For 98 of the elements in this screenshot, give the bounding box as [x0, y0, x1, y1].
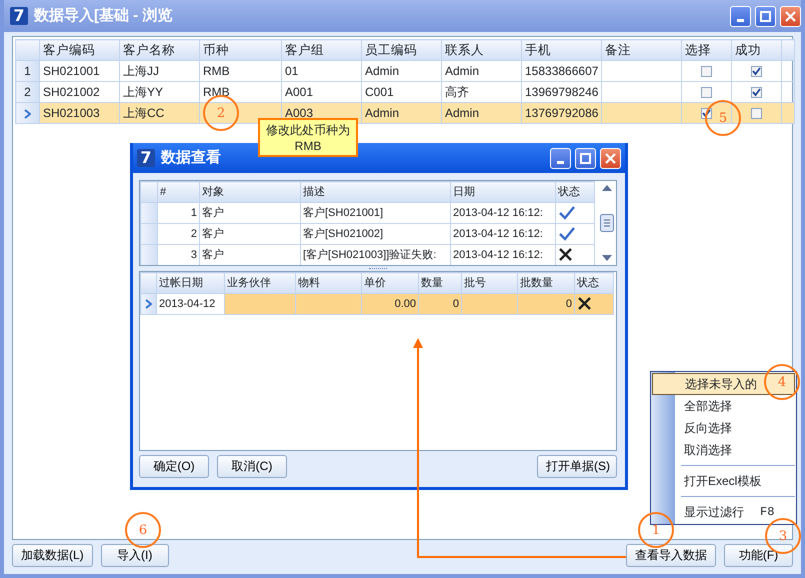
table-cell: 上海CC — [123, 106, 164, 120]
column-header[interactable]: 数量 — [418, 272, 462, 294]
table-cell: 3 — [190, 248, 197, 261]
column-header[interactable]: 客户编码 — [40, 40, 120, 60]
column-header[interactable]: 状态 — [556, 182, 594, 202]
minimize-button[interactable] — [550, 148, 571, 168]
table-cell: 客户 — [202, 206, 224, 219]
scroll-down-icon[interactable] — [602, 255, 612, 261]
table-cell: RMB — [203, 64, 230, 78]
annotation-marker: 5 — [705, 100, 741, 136]
logo: 7 — [137, 149, 155, 167]
checkbox[interactable] — [701, 87, 712, 98]
button[interactable]: 确定(O) — [139, 455, 209, 478]
annotation-marker: 6 — [125, 512, 161, 548]
column-header[interactable]: 联系人 — [442, 40, 522, 60]
checkbox[interactable] — [751, 66, 762, 78]
close-button[interactable] — [600, 148, 621, 168]
annotation-marker: 1 — [638, 512, 674, 548]
table-cell: 13969798246 — [525, 85, 598, 99]
window-title: 数据导入[基础 - 浏览 — [34, 6, 172, 26]
column-header[interactable]: 手机 — [522, 40, 602, 60]
column-header[interactable]: 批号 — [462, 272, 518, 294]
column-header[interactable]: 过帐日期 — [156, 272, 224, 294]
maximize-icon — [580, 152, 591, 164]
checkbox[interactable] — [701, 66, 712, 78]
table-cell: Admin — [445, 106, 480, 120]
checkbox[interactable] — [751, 108, 762, 120]
table-cell: 上海YY — [123, 85, 164, 99]
button[interactable]: 导入(I) — [100, 544, 169, 567]
button[interactable]: 加载数据(L) — [12, 544, 93, 567]
scroll-thumb[interactable] — [600, 214, 614, 232]
column-header[interactable]: 单价 — [362, 272, 418, 294]
row-pointer-icon — [24, 108, 31, 119]
table-cell: SH021001 — [43, 64, 100, 78]
table-cell: 2013-04-12 16:12: — [453, 248, 543, 261]
table-cell: 2013-04-12 16:12: — [453, 206, 543, 219]
table-cell: SH021003 — [43, 106, 100, 120]
maximize-button[interactable] — [575, 148, 596, 168]
table-cell: A003 — [285, 106, 314, 120]
minimize-icon — [557, 160, 564, 164]
button[interactable]: 查看导入数据 — [626, 544, 716, 567]
maximize-button[interactable] — [755, 6, 776, 26]
row-number: 2 — [24, 85, 31, 99]
table-cell: 客户 — [202, 248, 224, 261]
logo: 7 — [10, 7, 28, 25]
column-header[interactable]: 币种 — [200, 40, 282, 60]
column-header[interactable]: # — [158, 182, 200, 202]
table-cell: 客户 — [202, 228, 224, 240]
column-header[interactable]: 物料 — [296, 272, 362, 294]
column-header[interactable]: 选择 — [682, 40, 732, 60]
table-cell: 13769792086 — [525, 106, 598, 120]
checkbox[interactable] — [751, 87, 762, 98]
row-pointer-icon — [145, 298, 152, 309]
column-header[interactable]: 批数量 — [518, 272, 574, 294]
close-icon — [605, 152, 616, 164]
column-header[interactable]: 业务伙伴 — [224, 272, 296, 294]
minimize-button[interactable] — [730, 6, 751, 26]
table-cell: 客户[SH021001] — [303, 206, 384, 219]
table-cell: 15833866607 — [525, 64, 598, 78]
maximize-icon — [760, 10, 771, 22]
table-cell: 客户[SH021002] — [303, 228, 384, 240]
table-cell: C001 — [365, 85, 394, 99]
button[interactable]: 取消(C) — [217, 455, 287, 478]
row-number: 1 — [24, 64, 31, 78]
dialog-title: 数据查看 — [161, 148, 221, 168]
table-cell: [客户[SH021003]]验证失败: — [303, 248, 436, 261]
minimize-icon — [737, 18, 744, 22]
button[interactable]: 打开单据(S) — [537, 455, 617, 478]
table-cell: 0.00 — [394, 298, 416, 310]
table-cell: 01 — [285, 64, 298, 78]
table-cell: 0 — [452, 298, 459, 310]
annotation-marker: 4 — [764, 364, 800, 400]
column-header[interactable]: 客户组 — [282, 40, 362, 60]
column-header[interactable]: 备注 — [602, 40, 682, 60]
callout-note: 修改此处币种为RMB — [258, 118, 358, 157]
column-header[interactable]: 客户名称 — [120, 40, 200, 60]
table-cell: 2013-04-12 — [159, 298, 216, 310]
close-icon — [785, 10, 796, 22]
scroll-up-icon[interactable] — [602, 185, 612, 191]
column-header[interactable]: 成功 — [732, 40, 782, 60]
column-header[interactable]: 员工编码 — [362, 40, 442, 60]
column-header[interactable]: 日期 — [450, 182, 556, 202]
table-cell: 2013-04-12 16:12: — [453, 228, 543, 240]
column-header[interactable]: 描述 — [300, 182, 450, 202]
table-cell: A001 — [285, 85, 314, 99]
table-cell: 1 — [190, 206, 197, 219]
column-header[interactable]: 状态 — [574, 272, 614, 294]
table-cell: 高齐 — [445, 85, 469, 99]
table-cell: 2 — [190, 228, 197, 240]
close-button[interactable] — [780, 6, 801, 26]
column-header[interactable]: 对象 — [200, 182, 300, 202]
annotation-marker: 2 — [203, 95, 239, 131]
table-cell: Admin — [445, 64, 480, 78]
table-cell: SH021002 — [43, 85, 100, 99]
table-cell: 上海JJ — [123, 64, 159, 78]
table-cell: Admin — [365, 64, 400, 78]
table-cell: Admin — [365, 106, 400, 120]
table-cell: 0 — [566, 298, 572, 310]
